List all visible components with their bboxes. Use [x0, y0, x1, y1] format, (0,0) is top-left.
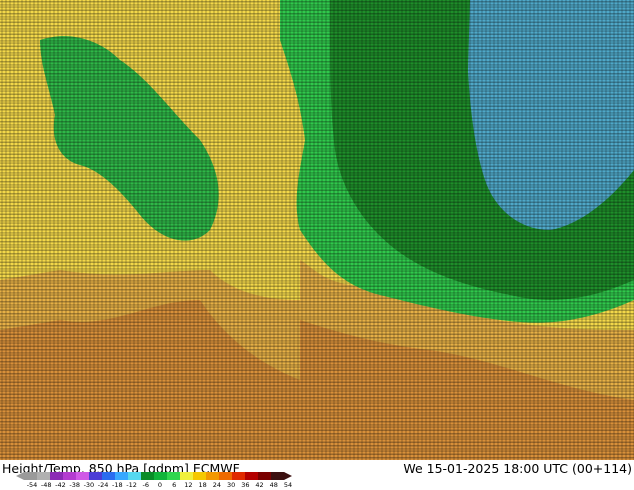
colorbar-ticks: -54 -48 -42 -38 -30 -24 -18 -12 -6 0 6 12 18 24 30 36 42…	[0, 481, 634, 490]
colorbar-tick-label: -48	[40, 481, 52, 489]
colorbar-tick-label: 36	[241, 481, 250, 489]
colorbar-segment	[37, 472, 51, 480]
colorbar-tick-label: -24	[97, 481, 109, 489]
colorbar-tick-label: 12	[184, 481, 193, 489]
colorbar-tick-label: 30	[226, 481, 236, 489]
colorbar-segment	[89, 472, 103, 480]
colorbar-segment	[232, 472, 246, 480]
colorbar-segment	[219, 472, 233, 480]
colorbar-tick-label: 24	[212, 481, 222, 489]
colorbar-segment	[63, 472, 77, 480]
colorbar-tick-label: -6	[142, 481, 150, 489]
colorbar-tick-label: 42	[255, 481, 264, 489]
colorbar-segment	[206, 472, 220, 480]
colorbar-tick-label: 54	[283, 481, 293, 489]
colorbar-tick-label: 18	[198, 481, 207, 489]
colorbar-segment	[115, 472, 129, 480]
colorbar-segment	[193, 472, 207, 480]
colorbar-tick-label: 6	[172, 481, 177, 489]
colorbar-segment	[245, 472, 259, 480]
colorbar-segment	[24, 472, 38, 480]
colorbar-tick-label: -38	[69, 481, 80, 489]
valid-time: We 15-01-2025 18:00 UTC (00+114)	[403, 461, 632, 476]
colorbar-tick-label: -30	[83, 481, 95, 489]
colorbar-right-arrow	[284, 472, 292, 480]
colorbar-segment	[76, 472, 90, 480]
colorbar-segment	[271, 472, 285, 480]
colorbar-segment	[128, 472, 142, 480]
colorbar-tick-label: 0	[157, 481, 163, 489]
weather-map	[0, 0, 634, 460]
colorbar-segment	[180, 472, 194, 480]
colorbar-segment	[102, 472, 116, 480]
colorbar-tick-label: -12	[126, 481, 137, 489]
colorbar-segment	[258, 472, 272, 480]
colorbar-segment	[167, 472, 181, 480]
colorbar-left-arrow	[16, 472, 24, 480]
colorbar-tick-label: 48	[269, 481, 278, 489]
colorbar-segment	[141, 472, 155, 480]
colorbar	[16, 472, 292, 480]
colorbar-segment	[154, 472, 168, 480]
colorbar-tick-label: -18	[112, 481, 123, 489]
colorbar-tick-label: -54	[26, 481, 38, 489]
colorbar-tick-label: -42	[55, 481, 66, 489]
colorbar-segment	[50, 472, 64, 480]
